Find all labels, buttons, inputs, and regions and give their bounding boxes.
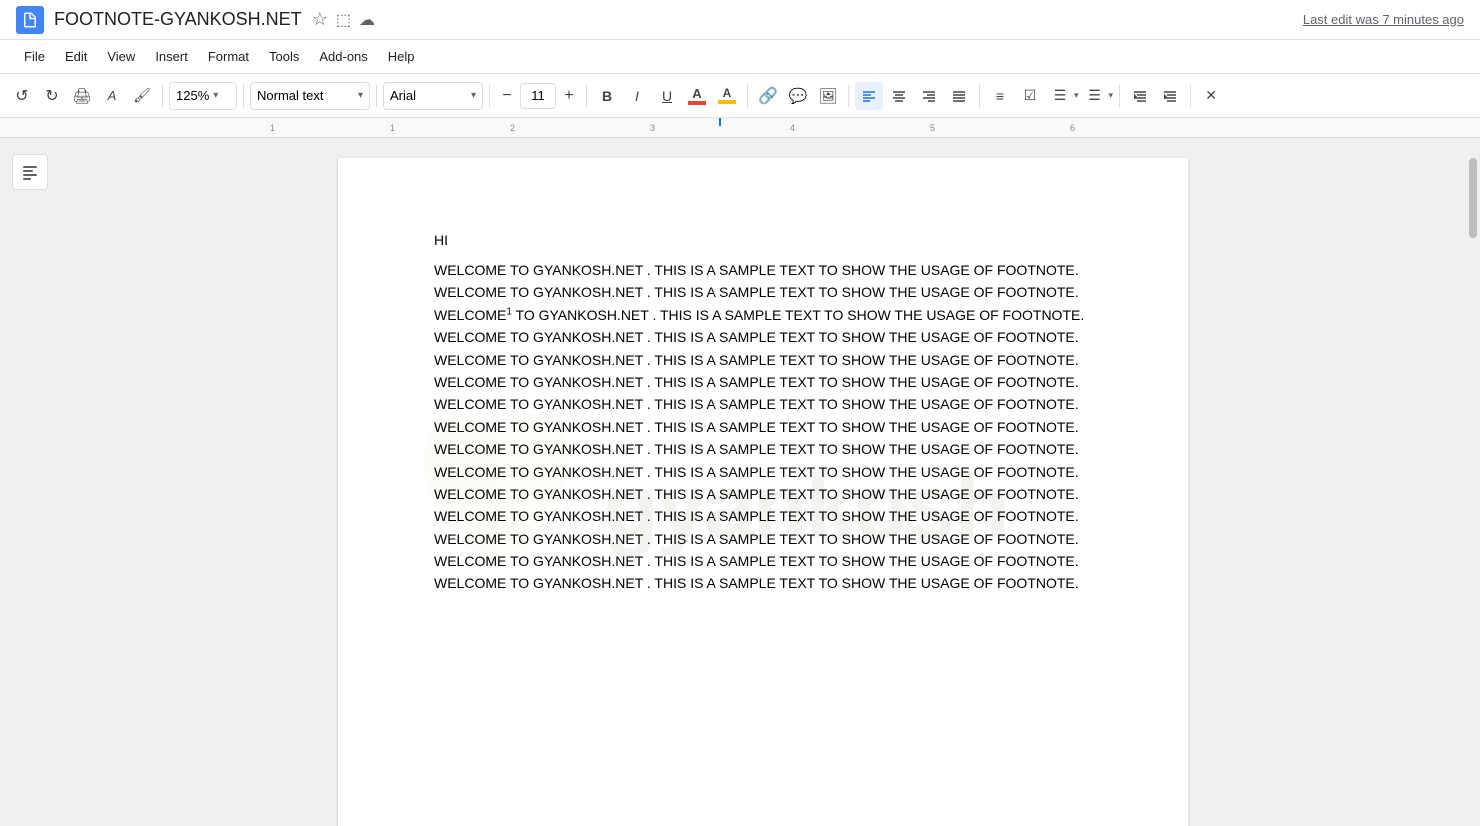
menu-format[interactable]: Format xyxy=(200,45,257,68)
align-right-button[interactable] xyxy=(915,82,943,110)
divider-6 xyxy=(747,85,748,107)
font-arrow: ▾ xyxy=(471,90,476,101)
star-icon[interactable]: ☆ xyxy=(312,9,328,30)
outline-button[interactable] xyxy=(12,154,48,190)
decrease-font-size[interactable]: − xyxy=(496,85,518,107)
menu-help[interactable]: Help xyxy=(380,45,423,68)
style-arrow: ▾ xyxy=(358,90,363,101)
divider-2 xyxy=(243,85,244,107)
font-size-input[interactable] xyxy=(520,83,556,109)
style-selector[interactable]: Normal text ▾ xyxy=(250,82,370,110)
numbered-arrow[interactable]: ▾ xyxy=(1109,90,1114,101)
image-button[interactable]: 🖼 xyxy=(814,82,842,110)
scrollbar[interactable] xyxy=(1466,138,1480,826)
spellcheck-button[interactable]: A xyxy=(98,82,126,110)
indent-decrease-button[interactable] xyxy=(1126,82,1154,110)
scroll-thumb[interactable] xyxy=(1469,158,1477,238)
menu-edit[interactable]: Edit xyxy=(57,45,95,68)
zoom-value: 125% xyxy=(176,88,209,103)
bullet-list-button[interactable]: ☰ xyxy=(1046,82,1074,110)
divider-7 xyxy=(848,85,849,107)
document-page[interactable]: gyankosh HI WELCOME TO GYANKOSH.NET . TH… xyxy=(338,158,1188,826)
indent-increase-button[interactable] xyxy=(1156,82,1184,110)
font-selector[interactable]: Arial ▾ xyxy=(383,82,483,110)
cloud-icon[interactable]: ☁ xyxy=(359,10,375,30)
clear-formatting-button[interactable]: ✕ xyxy=(1197,82,1225,110)
ruler-marks: 1 1 2 3 4 5 6 xyxy=(270,118,1170,137)
underline-button[interactable]: U xyxy=(653,82,681,110)
menu-bar: File Edit View Insert Format Tools Add-o… xyxy=(0,40,1480,74)
comment-button[interactable]: 💬 xyxy=(784,82,812,110)
menu-view[interactable]: View xyxy=(99,45,143,68)
zoom-arrow: ▾ xyxy=(213,90,218,101)
main-area: gyankosh HI WELCOME TO GYANKOSH.NET . TH… xyxy=(0,138,1480,826)
paint-format-button[interactable]: 🖌 xyxy=(128,82,156,110)
undo-button[interactable]: ↺ xyxy=(8,82,36,110)
menu-tools[interactable]: Tools xyxy=(261,45,307,68)
folder-icon[interactable]: ⬚ xyxy=(336,10,351,30)
ruler-cursor xyxy=(719,118,721,126)
bullet-arrow[interactable]: ▾ xyxy=(1074,90,1079,101)
toolbar: ↺ ↻ 🖨 A 🖌 125% ▾ Normal text ▾ Arial ▾ −… xyxy=(0,74,1480,118)
divider-1 xyxy=(162,85,163,107)
print-button[interactable]: 🖨 xyxy=(68,82,96,110)
checklist-button[interactable]: ☑ xyxy=(1016,82,1044,110)
document-content: HI WELCOME TO GYANKOSH.NET . THIS IS A S… xyxy=(434,230,1092,595)
zoom-selector[interactable]: 125% ▾ xyxy=(169,82,237,110)
link-button[interactable]: 🔗 xyxy=(754,82,782,110)
align-left-button[interactable] xyxy=(855,82,883,110)
menu-file[interactable]: File xyxy=(16,45,53,68)
align-justify-button[interactable] xyxy=(945,82,973,110)
document-body: WELCOME TO GYANKOSH.NET . THIS IS A SAMP… xyxy=(434,259,1092,595)
document-title[interactable]: FOOTNOTE-GYANKOSH.NET xyxy=(54,9,302,30)
menu-insert[interactable]: Insert xyxy=(147,45,196,68)
numbered-list-button[interactable]: ☰ xyxy=(1081,82,1109,110)
font-size-control: − + xyxy=(496,83,580,109)
text-color-button[interactable]: A xyxy=(683,82,711,110)
increase-font-size[interactable]: + xyxy=(558,85,580,107)
divider-8 xyxy=(979,85,980,107)
document-heading: HI xyxy=(434,230,1092,251)
sidebar xyxy=(0,138,60,826)
redo-button[interactable]: ↻ xyxy=(38,82,66,110)
font-value: Arial xyxy=(390,88,416,103)
title-bar: FOOTNOTE-GYANKOSH.NET ☆ ⬚ ☁ Last edit wa… xyxy=(0,0,1480,40)
divider-4 xyxy=(489,85,490,107)
divider-10 xyxy=(1190,85,1191,107)
bold-button[interactable]: B xyxy=(593,82,621,110)
title-actions: ☆ ⬚ ☁ xyxy=(312,9,375,30)
style-value: Normal text xyxy=(257,88,323,103)
menu-addons[interactable]: Add-ons xyxy=(311,45,375,68)
divider-5 xyxy=(586,85,587,107)
document-area[interactable]: gyankosh HI WELCOME TO GYANKOSH.NET . TH… xyxy=(60,138,1466,826)
docs-logo xyxy=(16,6,44,34)
ruler: 1 1 2 3 4 5 6 xyxy=(0,118,1480,138)
highlight-button[interactable]: A xyxy=(713,82,741,110)
last-edit-text[interactable]: Last edit was 7 minutes ago xyxy=(1303,12,1464,27)
divider-3 xyxy=(376,85,377,107)
divider-9 xyxy=(1119,85,1120,107)
line-spacing-button[interactable]: ≡ xyxy=(986,82,1014,110)
italic-button[interactable]: I xyxy=(623,82,651,110)
align-center-button[interactable] xyxy=(885,82,913,110)
